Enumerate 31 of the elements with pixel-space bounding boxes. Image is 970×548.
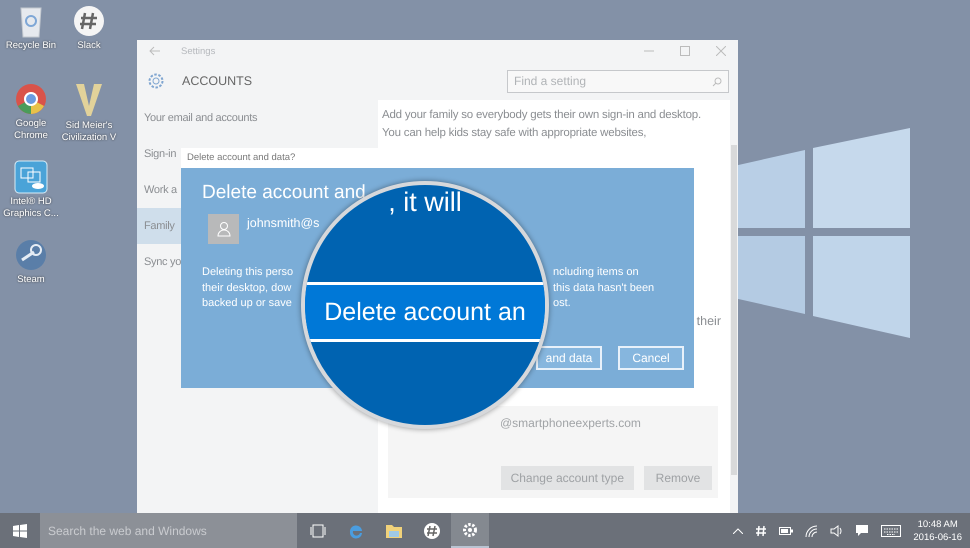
window-title: Settings [181, 46, 216, 56]
dialog-text: backed up or save [202, 296, 292, 311]
desktop-icon-label[interactable]: Google Chrome [2, 118, 60, 142]
desktop-icon-label[interactable]: Steam [17, 274, 45, 286]
dialog-text: ncluding items on [553, 265, 639, 280]
page-heading: ACCOUNTS [182, 74, 252, 88]
account-button[interactable]: Change account type [500, 466, 634, 490]
dialog-text: their desktop, dow [202, 280, 292, 296]
dialog-text: Deleting this perso [202, 265, 294, 280]
taskbar-search-field[interactable]: Search the web and Windows [40, 513, 297, 548]
dialog-heading: Delete account and [202, 182, 366, 204]
account-button[interactable]: Remove [644, 466, 712, 490]
magnified-text: , it will [388, 187, 462, 218]
search-field[interactable]: Find a setting [507, 70, 729, 92]
dialog-button[interactable]: Cancel [618, 346, 684, 370]
account-email: @smartphoneexperts.com [500, 416, 641, 430]
desktop-icon-label[interactable]: Intel® HD Graphics C... [2, 196, 60, 220]
dialog-text: ost. [553, 296, 571, 311]
nav-item[interactable]: Your email and accounts [137, 100, 378, 136]
description-text: Add your family so everybody gets their own sign-in and desktop. You can help kids stay safe with appropriate websites, [382, 108, 702, 141]
desktop-icon-label[interactable]: Recycle Bin [6, 40, 56, 52]
description-text: their [696, 314, 721, 328]
clock-time[interactable]: 10:48 AM [918, 518, 958, 530]
dialog-button[interactable]: and data [536, 346, 602, 370]
magnified-text: Delete account an [324, 298, 526, 326]
desktop-icon-label[interactable]: Sid Meier's Civilization V [60, 120, 118, 144]
dialog-text: this data hasn't been [553, 280, 654, 296]
desktop-icon-label[interactable]: Slack [77, 40, 101, 52]
clock-date[interactable]: 2016-06-16 [913, 530, 962, 544]
user-email: johnsmith@s [247, 216, 320, 232]
dialog-title: Delete account and data? [181, 148, 694, 168]
